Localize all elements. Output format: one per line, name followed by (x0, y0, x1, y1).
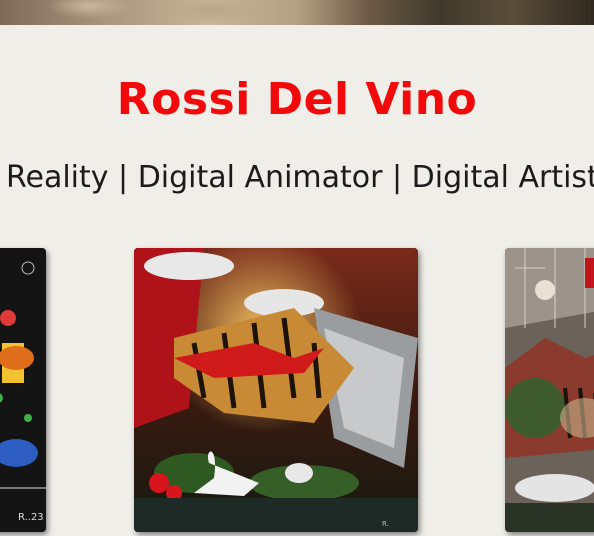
hero-image-strip (0, 0, 594, 25)
artwork-center-image: R. (134, 248, 418, 532)
svg-text:R..23: R..23 (18, 512, 44, 523)
artwork-left-image: R..23 (0, 248, 46, 532)
artist-roles-line: Reality | Digital Animator | Digital Art… (6, 160, 594, 195)
gallery-item-center[interactable]: R. (134, 248, 418, 532)
gallery-item-right[interactable] (505, 248, 594, 532)
gallery-item-left[interactable]: R..23 (0, 248, 46, 532)
artist-name-title: Rossi Del Vino (116, 74, 478, 125)
svg-text:R.: R. (382, 520, 389, 528)
artwork-right-image (505, 248, 594, 532)
page: Rossi Del Vino Reality | Digital Animato… (0, 0, 594, 536)
